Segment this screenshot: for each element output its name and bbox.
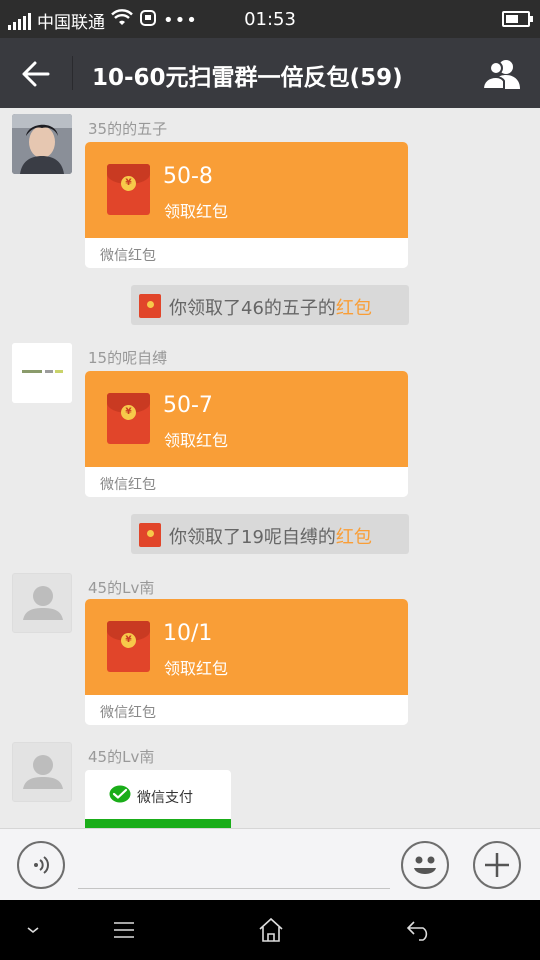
plus-icon[interactable]	[473, 841, 521, 889]
red-packet-footer: 微信红包	[85, 467, 408, 497]
red-packet-small-icon	[139, 294, 161, 318]
red-packet-footer: 微信红包	[85, 238, 408, 268]
red-packet-footer: 微信红包	[85, 695, 408, 725]
group-members-icon[interactable]	[480, 54, 526, 94]
red-packet-card[interactable]: ¥ 10/1 领取红包 微信红包	[85, 599, 408, 725]
message-item: 15的呢自缚 ¥ 50-7 领取红包 微信红包	[0, 343, 540, 497]
red-packet-body: ¥ 50-7 领取红包	[85, 371, 408, 467]
chevron-down-icon[interactable]	[13, 914, 53, 946]
red-packet-icon: ¥	[107, 164, 150, 215]
chat-title: 10-60元扫雷群一倍反包(59)	[92, 65, 403, 91]
red-packet-footer-label: 微信红包	[100, 248, 156, 264]
sender-name: 45的Lv南	[88, 748, 155, 766]
red-packet-message: 50-8	[163, 164, 213, 189]
sender-avatar[interactable]	[12, 343, 72, 403]
voice-icon[interactable]	[17, 841, 65, 889]
message-item: 45的Lv南 ¥ 10/1 领取红包 微信红包	[0, 573, 540, 725]
red-packet-action: 领取红包	[164, 202, 229, 221]
back-arrow-icon[interactable]	[14, 54, 58, 94]
red-packet-message: 50-7	[163, 393, 213, 418]
red-packet-card[interactable]: ¥ 50-8 领取红包 微信红包	[85, 142, 408, 268]
red-packet-card[interactable]: ¥ 50-7 领取红包 微信红包	[85, 371, 408, 497]
notice-text: 你领取了46的五子的	[169, 298, 336, 319]
sender-name: 35的的五子	[88, 120, 168, 138]
system-notice: 你领取了19呢自缚的红包	[131, 514, 409, 554]
notice-red-packet-link[interactable]: 红包	[336, 298, 372, 319]
status-bar: 中国联通 ••• 01:53	[0, 0, 540, 38]
sender-name: 15的呢自缚	[88, 349, 168, 367]
system-notice: 你领取了46的五子的红包	[131, 285, 409, 325]
wechat-pay-icon	[109, 785, 131, 807]
red-packet-footer-label: 微信红包	[100, 477, 156, 493]
battery-icon	[502, 11, 533, 27]
sender-avatar[interactable]	[12, 742, 72, 802]
red-packet-icon: ¥	[107, 393, 150, 444]
chat-header: 10-60元扫雷群一倍反包(59)	[0, 38, 540, 108]
notice-text: 你领取了19呢自缚的	[169, 527, 336, 548]
notice-red-packet-link[interactable]: 红包	[336, 527, 372, 548]
message-list[interactable]: 35的的五子 ¥ 50-8 领取红包 微信红包 你领取了46的五子的红包 15的…	[0, 108, 540, 828]
red-packet-body: ¥ 10/1 领取红包	[85, 599, 408, 695]
sender-avatar[interactable]	[12, 114, 72, 174]
back-icon[interactable]	[399, 914, 439, 946]
red-packet-action: 领取红包	[164, 659, 229, 678]
wechat-pay-label: 微信支付	[137, 790, 193, 806]
clock: 01:53	[244, 9, 296, 30]
header-divider	[72, 56, 73, 90]
sender-avatar[interactable]	[12, 573, 72, 633]
red-packet-small-icon	[139, 523, 161, 547]
message-item: 35的的五子 ¥ 50-8 领取红包 微信红包	[0, 114, 540, 268]
red-packet-footer-label: 微信红包	[100, 705, 156, 721]
emoji-icon[interactable]	[401, 841, 449, 889]
input-bar	[0, 828, 540, 900]
sender-name: 45的Lv南	[88, 579, 155, 597]
red-packet-action: 领取红包	[164, 431, 229, 450]
message-input[interactable]	[78, 843, 390, 889]
red-packet-icon: ¥	[107, 621, 150, 672]
home-icon[interactable]	[251, 914, 291, 946]
message-item: 45的Lv南 微信支付	[0, 742, 540, 828]
wechat-pay-bar	[85, 819, 231, 828]
wechat-pay-card[interactable]: 微信支付	[85, 770, 231, 828]
battery-level	[506, 15, 518, 23]
red-packet-message: 10/1	[163, 621, 213, 646]
menu-icon[interactable]	[104, 914, 144, 946]
system-nav-bar	[0, 900, 540, 960]
red-packet-body: ¥ 50-8 领取红包	[85, 142, 408, 238]
